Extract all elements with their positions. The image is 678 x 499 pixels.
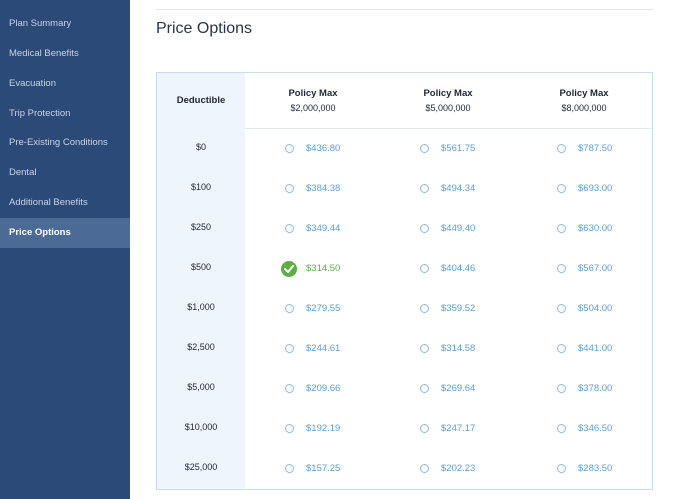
price-label[interactable]: $494.34 — [441, 183, 475, 195]
column-amount: $5,000,000 — [425, 103, 471, 113]
sidebar: Plan Summary Medical Benefits Evacuation… — [0, 0, 130, 499]
column-header-policy-max-1: Policy Max $2,000,000 — [245, 87, 381, 115]
radio-button[interactable] — [557, 184, 566, 193]
column-amount: $2,000,000 — [290, 103, 336, 113]
price-label[interactable]: $378.00 — [578, 383, 612, 395]
price-label[interactable]: $504.00 — [578, 303, 612, 315]
radio-button[interactable] — [285, 424, 294, 433]
price-label[interactable]: $247.17 — [441, 423, 475, 435]
deductible-cell: $1,000 — [187, 302, 215, 312]
sidebar-item-medical-benefits[interactable]: Medical Benefits — [0, 39, 130, 69]
price-label[interactable]: $561.75 — [441, 143, 475, 155]
sidebar-item-price-options[interactable]: Price Options — [0, 218, 130, 248]
deductible-cell: $10,000 — [184, 422, 218, 432]
column-title: Policy Max — [423, 88, 473, 99]
deductible-cell: $5,000 — [187, 382, 215, 392]
deductible-cell: $2,500 — [187, 342, 215, 352]
sidebar-item-trip-protection[interactable]: Trip Protection — [0, 99, 130, 129]
radio-button[interactable] — [285, 384, 294, 393]
radio-button[interactable] — [420, 384, 429, 393]
radio-button[interactable] — [420, 344, 429, 353]
radio-button[interactable] — [420, 424, 429, 433]
page-title: Price Options — [156, 20, 253, 37]
price-label[interactable]: $283.50 — [578, 463, 612, 475]
top-divider — [156, 9, 654, 10]
deductible-header: Deductible — [176, 95, 226, 106]
radio-button[interactable] — [557, 264, 566, 273]
deductible-cell: $0 — [195, 142, 206, 152]
sidebar-item-evacuation[interactable]: Evacuation — [0, 69, 130, 99]
column-amount: $8,000,000 — [561, 103, 607, 113]
radio-button[interactable] — [285, 224, 294, 233]
deductible-cell: $25,000 — [184, 462, 218, 472]
deductible-cell: $100 — [190, 182, 212, 192]
price-label[interactable]: $449.40 — [441, 223, 475, 235]
price-label[interactable]: $349.44 — [306, 223, 340, 235]
price-label[interactable]: $202.23 — [441, 463, 475, 475]
header-divider — [245, 128, 652, 129]
sidebar-item-dental[interactable]: Dental — [0, 158, 130, 188]
sidebar-item-additional-benefits[interactable]: Additional Benefits — [0, 188, 130, 218]
price-label[interactable]: $314.58 — [441, 343, 475, 355]
price-label[interactable]: $359.52 — [441, 303, 475, 315]
price-label[interactable]: $436.80 — [306, 143, 340, 155]
price-label[interactable]: $244.61 — [306, 343, 340, 355]
radio-button[interactable] — [420, 464, 429, 473]
price-label[interactable]: $269.64 — [441, 383, 475, 395]
radio-button[interactable] — [557, 344, 566, 353]
sidebar-item-plan-summary[interactable]: Plan Summary — [0, 9, 130, 39]
price-label[interactable]: $630.00 — [578, 223, 612, 235]
radio-button[interactable] — [285, 184, 294, 193]
column-header-policy-max-2: Policy Max $5,000,000 — [380, 87, 516, 115]
radio-button[interactable] — [420, 264, 429, 273]
radio-button[interactable] — [557, 384, 566, 393]
column-header-policy-max-3: Policy Max $8,000,000 — [516, 87, 652, 115]
radio-button[interactable] — [557, 304, 566, 313]
price-label[interactable]: $404.46 — [441, 263, 475, 275]
price-label[interactable]: $157.25 — [306, 463, 340, 475]
price-label[interactable]: $346.50 — [578, 423, 612, 435]
radio-button[interactable] — [285, 344, 294, 353]
radio-button[interactable] — [420, 304, 429, 313]
radio-button[interactable] — [420, 184, 429, 193]
radio-button[interactable] — [557, 424, 566, 433]
price-label[interactable]: $787.50 — [578, 143, 612, 155]
price-label[interactable]: $279.55 — [306, 303, 340, 315]
column-title: Policy Max — [288, 88, 338, 99]
radio-button[interactable] — [285, 144, 294, 153]
column-title: Policy Max — [559, 88, 609, 99]
radio-button[interactable] — [285, 304, 294, 313]
price-label[interactable]: $314.50 — [306, 263, 340, 275]
radio-button[interactable] — [285, 464, 294, 473]
price-options-table: Deductible Policy Max $2,000,000 Policy … — [156, 72, 653, 490]
price-label[interactable]: $209.66 — [306, 383, 340, 395]
price-label[interactable]: $693.00 — [578, 183, 612, 195]
deductible-cell: $250 — [190, 222, 212, 232]
price-label[interactable]: $567.00 — [578, 263, 612, 275]
sidebar-item-pre-existing-conditions[interactable]: Pre-Existing Conditions — [0, 128, 130, 158]
deductible-cell: $500 — [190, 262, 212, 272]
price-label[interactable]: $384.38 — [306, 183, 340, 195]
radio-button[interactable] — [420, 144, 429, 153]
price-label[interactable]: $192.19 — [306, 423, 340, 435]
radio-button[interactable] — [557, 144, 566, 153]
radio-button[interactable] — [557, 464, 566, 473]
check-circle-icon[interactable] — [281, 261, 297, 277]
radio-button[interactable] — [557, 224, 566, 233]
radio-button[interactable] — [420, 224, 429, 233]
price-label[interactable]: $441.00 — [578, 343, 612, 355]
